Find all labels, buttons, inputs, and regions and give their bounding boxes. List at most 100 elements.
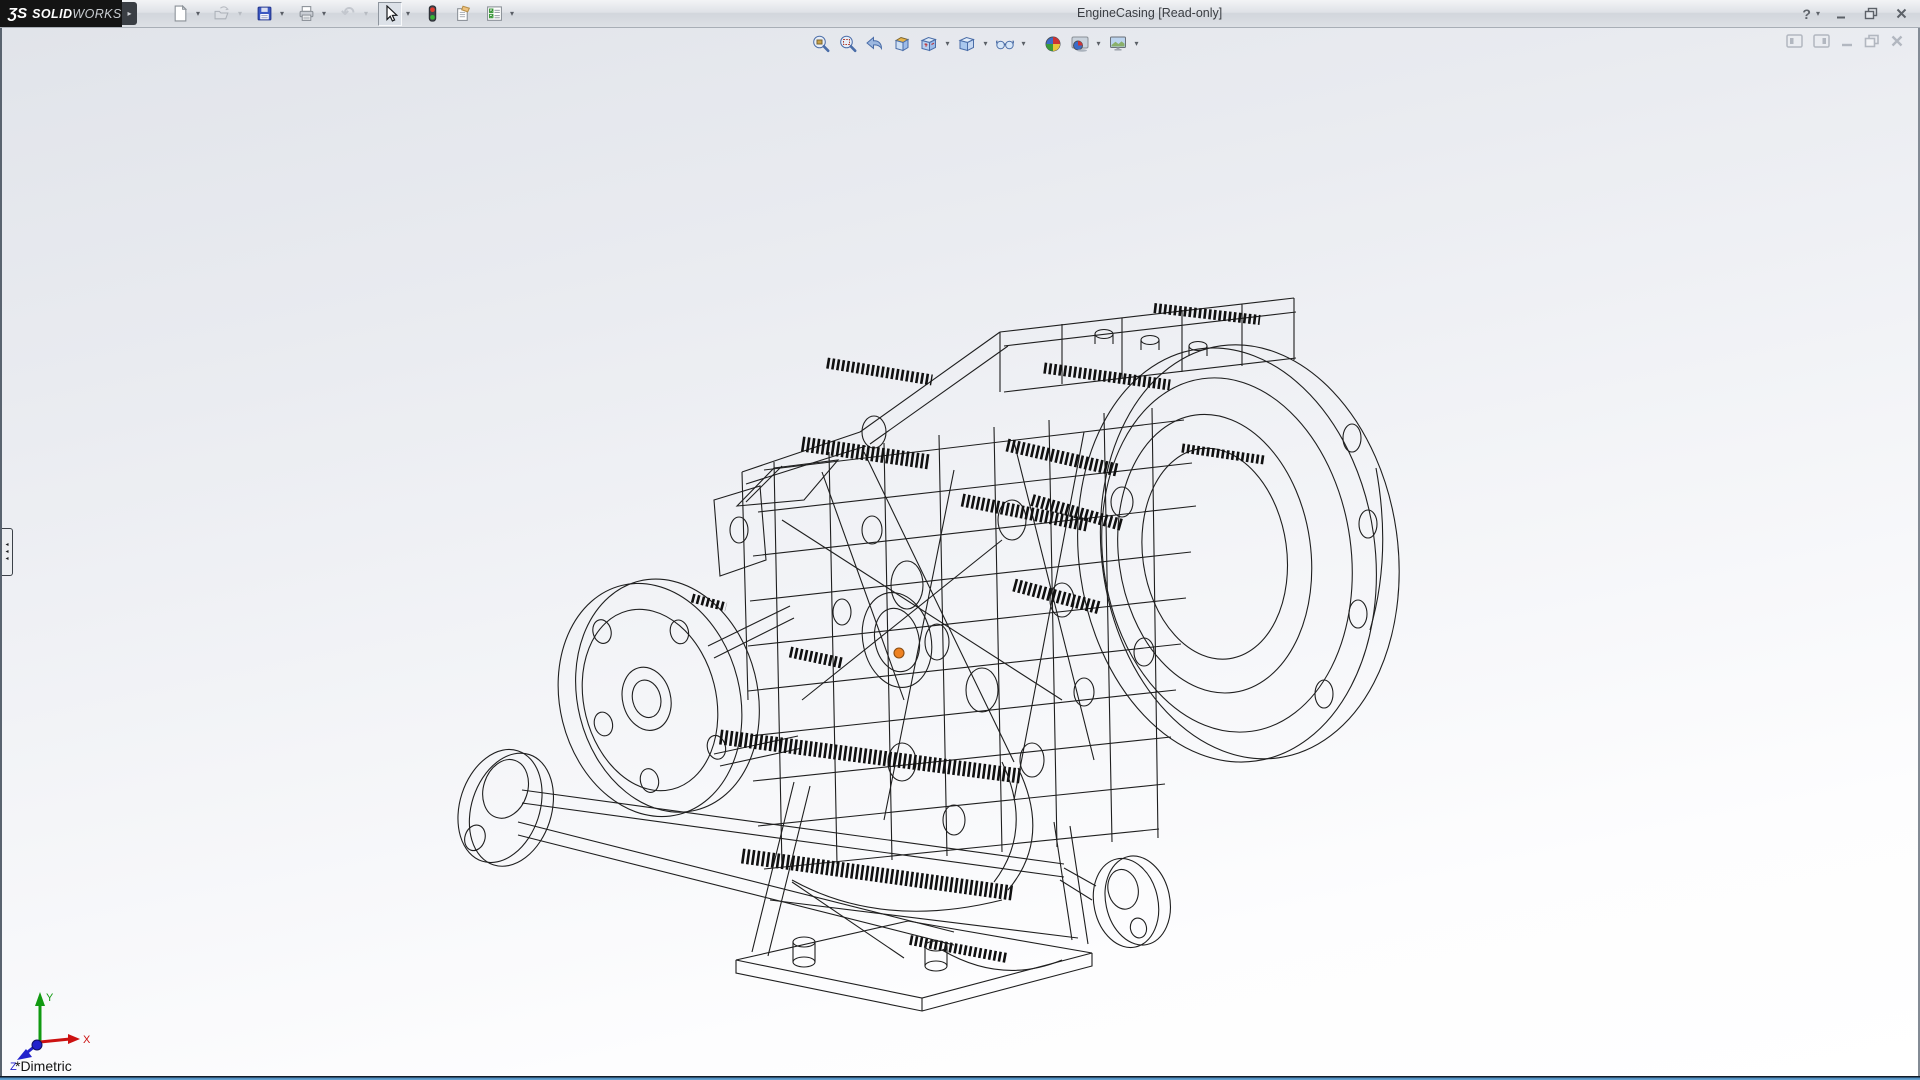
flyout-arrow-icon: ◂	[5, 542, 8, 548]
document-window-controls	[1786, 34, 1904, 48]
minimize-document-button[interactable]	[1840, 34, 1854, 48]
close-document-button[interactable]	[1890, 34, 1904, 48]
close-button[interactable]	[1892, 5, 1910, 23]
print-dropdown[interactable]: ▾	[319, 9, 329, 18]
eyeglasses-icon	[995, 34, 1015, 54]
menu-flyout-button[interactable]: ▸	[122, 2, 137, 25]
standard-toolbar: ▾ ▾	[168, 0, 524, 27]
restore-icon	[1864, 7, 1878, 20]
help-button[interactable]: ?	[1802, 6, 1811, 22]
zoom-to-area-button[interactable]	[835, 31, 860, 56]
hide-show-items-button[interactable]	[992, 31, 1017, 56]
stoplight-icon	[424, 5, 441, 22]
file-properties-button[interactable]	[451, 2, 475, 26]
undo-button[interactable]: ↶	[336, 2, 360, 26]
open-button[interactable]	[210, 2, 234, 26]
apply-scene-icon	[1070, 34, 1090, 54]
window-controls: ? ▾	[1802, 0, 1910, 27]
open-dropdown[interactable]: ▾	[235, 9, 245, 18]
select-button[interactable]	[378, 2, 402, 26]
save-floppy-icon	[256, 5, 273, 22]
triad-origin-ball	[32, 1040, 42, 1050]
model-top-housing[interactable]	[1000, 298, 1296, 392]
engine-casing-wireframe-model[interactable]	[2, 28, 1920, 1076]
open-folder-icon	[214, 5, 231, 22]
restore-document-button[interactable]	[1864, 34, 1880, 48]
y-axis-arrow	[35, 992, 45, 1006]
select-cursor-icon	[382, 5, 399, 22]
x-axis-arrow	[68, 1034, 80, 1044]
print-button[interactable]	[294, 2, 318, 26]
new-document-icon	[172, 5, 189, 22]
rebuild-stoplight-button[interactable]	[420, 2, 444, 26]
brand-solid: SOLID	[32, 7, 72, 21]
window-bottom-border	[0, 1076, 1920, 1080]
solidworks-window: ƷS SOLID WORKS ▸ ▾	[0, 0, 1920, 1080]
minimize-document-icon	[1840, 34, 1854, 48]
model-mount-arms[interactable]	[444, 738, 1178, 953]
save-button[interactable]	[252, 2, 276, 26]
section-view-button[interactable]	[889, 31, 914, 56]
restore-button[interactable]	[1862, 5, 1880, 23]
x-axis-label: X	[83, 1034, 91, 1046]
view-settings-dropdown[interactable]: ▾	[1132, 39, 1141, 48]
menu-flyout-arrow-icon: ▸	[127, 9, 131, 18]
view-orientation-icon	[919, 34, 939, 54]
feature-pane-toggle-button[interactable]	[1786, 34, 1803, 48]
previous-view-icon	[865, 34, 885, 54]
options-dropdown[interactable]: ▾	[507, 9, 517, 18]
model-left-flange[interactable]	[534, 559, 802, 836]
display-style-icon	[957, 34, 977, 54]
view-orientation-label: *Dimetric	[15, 1058, 72, 1074]
view-orientation-button[interactable]	[916, 31, 941, 56]
heads-up-view-toolbar: ▾ ▾ ▾	[808, 31, 1141, 56]
file-properties-icon	[455, 5, 472, 22]
display-style-button[interactable]	[954, 31, 979, 56]
edit-appearance-button[interactable]	[1040, 31, 1065, 56]
previous-view-button[interactable]	[862, 31, 887, 56]
model-base[interactable]	[736, 762, 1092, 1011]
new-document-dropdown[interactable]: ▾	[193, 9, 203, 18]
print-icon	[298, 5, 315, 22]
view-orientation-dropdown[interactable]: ▾	[943, 39, 952, 48]
left-pane-icon	[1786, 34, 1803, 48]
solidworks-logo: ƷS SOLID WORKS	[0, 0, 122, 27]
help-dropdown[interactable]: ▾	[1816, 9, 1820, 18]
minimize-button[interactable]	[1832, 5, 1850, 23]
document-title: EngineCasing [Read-only]	[1077, 6, 1222, 20]
flyout-arrow-icon: ◂	[5, 556, 8, 562]
display-pane-toggle-button[interactable]	[1813, 34, 1830, 48]
section-view-icon	[892, 34, 912, 54]
zoom-to-fit-button[interactable]	[808, 31, 833, 56]
options-button[interactable]	[482, 2, 506, 26]
graphics-area[interactable]: ▾ ▾ ▾	[0, 28, 1920, 1076]
select-dropdown[interactable]: ▾	[403, 9, 413, 18]
apply-scene-dropdown[interactable]: ▾	[1094, 39, 1103, 48]
brand-works: WORKS	[72, 7, 121, 21]
appearance-ball-icon	[1043, 34, 1063, 54]
zoom-to-area-icon	[838, 34, 858, 54]
zoom-to-fit-icon	[811, 34, 831, 54]
feature-tree-flyout-tab[interactable]: ◂ ◂ ◂	[2, 528, 13, 576]
hide-show-items-dropdown[interactable]: ▾	[1019, 39, 1028, 48]
undo-dropdown[interactable]: ▾	[361, 9, 371, 18]
model-right-flange[interactable]	[1051, 325, 1425, 781]
restore-document-icon	[1864, 34, 1880, 48]
close-icon	[1895, 7, 1908, 20]
apply-scene-button[interactable]	[1067, 31, 1092, 56]
display-style-dropdown[interactable]: ▾	[981, 39, 990, 48]
undo-arrow-icon: ↶	[341, 6, 354, 22]
origin-marker[interactable]	[894, 648, 904, 658]
dassault-3ds-logo-icon: ƷS	[8, 5, 27, 22]
options-checklist-icon	[486, 5, 503, 22]
view-settings-icon	[1108, 34, 1128, 54]
view-settings-button[interactable]	[1105, 31, 1130, 56]
minimize-icon	[1835, 8, 1847, 20]
save-dropdown[interactable]: ▾	[277, 9, 287, 18]
new-document-button[interactable]	[168, 2, 192, 26]
y-axis-label: Y	[46, 992, 54, 1004]
titlebar: ƷS SOLID WORKS ▸ ▾	[0, 0, 1920, 28]
close-document-icon	[1890, 34, 1904, 48]
flyout-arrow-icon: ◂	[5, 549, 8, 555]
right-pane-icon	[1813, 34, 1830, 48]
